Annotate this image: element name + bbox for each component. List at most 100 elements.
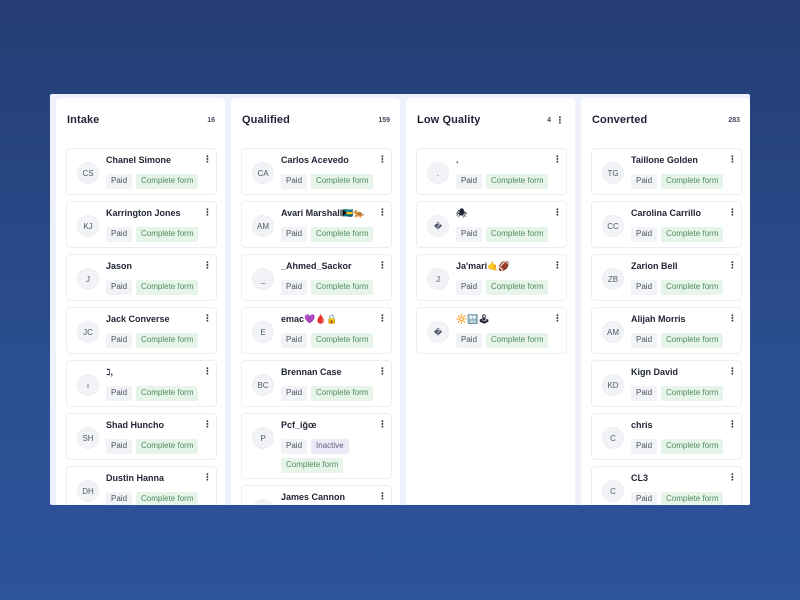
- vertical-ellipsis-icon[interactable]: ⋮: [203, 473, 212, 482]
- lead-card[interactable]: CA Carlos Acevedo Paid Complete form ⋮: [241, 148, 392, 195]
- lead-name: Dustin Hanna: [106, 473, 165, 483]
- tag-list: Paid Complete form: [456, 280, 558, 295]
- lead-card[interactable]: KJ Karrington Jones Paid Complete form ⋮: [66, 201, 217, 248]
- lead-name: Carlos Acevedo: [281, 155, 349, 165]
- status-tag: Paid: [281, 386, 308, 401]
- status-tag: Complete form: [661, 280, 724, 295]
- status-tag: Paid: [106, 492, 133, 505]
- avatar: JC: [252, 499, 274, 505]
- tag-list: Paid Complete form: [106, 492, 208, 505]
- lead-card[interactable]: Eemac💜🩸🔒 Paid Complete form ⋮: [241, 307, 392, 354]
- vertical-ellipsis-icon[interactable]: ⋮: [553, 261, 562, 270]
- lead-card[interactable]: AM Alijah Morris Paid Complete form ⋮: [591, 307, 742, 354]
- vertical-ellipsis-icon[interactable]: ⋮: [728, 208, 737, 217]
- vertical-ellipsis-icon[interactable]: ⋮: [378, 155, 387, 164]
- lead-card[interactable]: P Pcf_iğœ Paid Inactive Complete form ⋮: [241, 413, 392, 479]
- vertical-ellipsis-icon[interactable]: ⋮: [378, 314, 387, 323]
- lead-card[interactable]: CS Chanel Simone Paid Complete form ⋮: [66, 148, 217, 195]
- status-tag: Paid: [631, 333, 658, 348]
- vertical-ellipsis-icon[interactable]: ⋮: [728, 314, 737, 323]
- lead-card[interactable]: SH Shad Huncho Paid Complete form ⋮: [66, 413, 217, 460]
- card-body: emac💜🩸🔒 Paid Complete form: [281, 314, 383, 348]
- card-body: Avari Marshall🇧🇸🐅 Paid Complete form: [281, 208, 383, 242]
- lead-name: Kign David: [631, 367, 679, 377]
- tag-list: Paid Inactive Complete form: [281, 439, 383, 473]
- vertical-ellipsis-icon[interactable]: ⋮: [378, 420, 387, 429]
- avatar: CA: [252, 162, 274, 184]
- vertical-ellipsis-icon[interactable]: ⋮: [203, 314, 212, 323]
- vertical-ellipsis-icon[interactable]: ⋮: [728, 155, 737, 164]
- tag-list: Paid Complete form: [106, 174, 208, 189]
- lead-name: 🔆🔛🕹: [456, 314, 490, 324]
- vertical-ellipsis-icon[interactable]: ⋮: [203, 155, 212, 164]
- lead-card[interactable]: CC Carolina Carrillo Paid Complete form ⋮: [591, 201, 742, 248]
- lead-card[interactable]: TG Taillone Golden Paid Complete form ⋮: [591, 148, 742, 195]
- status-tag: Complete form: [486, 174, 549, 189]
- tag-list: Paid Complete form: [281, 280, 383, 295]
- vertical-ellipsis-icon[interactable]: ⋮: [378, 261, 387, 270]
- card-body: Pcf_iğœ Paid Inactive Complete form: [281, 420, 383, 473]
- vertical-ellipsis-icon[interactable]: ⋮: [728, 473, 737, 482]
- avatar: C: [602, 480, 624, 502]
- lead-card[interactable]: DH Dustin Hanna Paid Complete form ⋮: [66, 466, 217, 505]
- card-body: Taillone Golden Paid Complete form: [631, 155, 733, 189]
- status-tag: Paid: [281, 439, 308, 454]
- vertical-ellipsis-icon[interactable]: ⋮: [203, 420, 212, 429]
- lead-name: Pcf_iğœ: [281, 420, 317, 430]
- tag-list: Paid Complete form: [281, 333, 383, 348]
- lead-card[interactable]: ZB Zarion Bell Paid Complete form ⋮: [591, 254, 742, 301]
- vertical-ellipsis-icon[interactable]: ⋮: [203, 261, 212, 270]
- lead-card[interactable]: ı ℷ, Paid Complete form ⋮: [66, 360, 217, 407]
- card-body: Karrington Jones Paid Complete form: [106, 208, 208, 242]
- avatar: SH: [77, 427, 99, 449]
- vertical-ellipsis-icon[interactable]: ⋮: [728, 261, 737, 270]
- lead-card[interactable]: AM Avari Marshall🇧🇸🐅 Paid Complete form ⋮: [241, 201, 392, 248]
- lead-name: Carolina Carrillo: [631, 208, 702, 218]
- avatar: CC: [602, 215, 624, 237]
- vertical-ellipsis-icon[interactable]: ⋮: [553, 155, 562, 164]
- lead-card[interactable]: Cchris Paid Complete form ⋮: [591, 413, 742, 460]
- status-tag: Complete form: [486, 280, 549, 295]
- status-tag: Complete form: [661, 492, 724, 505]
- status-tag: Paid: [631, 174, 658, 189]
- lead-card[interactable]: C CL3 Paid Complete form ⋮: [591, 466, 742, 505]
- lead-card[interactable]: J Ja'mari🤙🏈 Paid Complete form ⋮: [416, 254, 567, 301]
- vertical-ellipsis-icon[interactable]: ⋮: [378, 492, 387, 501]
- lead-card[interactable]: JC Jack Converse Paid Complete form ⋮: [66, 307, 217, 354]
- status-tag: Complete form: [311, 280, 374, 295]
- vertical-ellipsis-icon[interactable]: ⋮: [728, 367, 737, 376]
- lead-card[interactable]: J Jason Paid Complete form ⋮: [66, 254, 217, 301]
- lead-card[interactable]: .. Paid Complete form ⋮: [416, 148, 567, 195]
- status-tag: Complete form: [136, 492, 199, 505]
- card-body: _Ahmed_Sackor Paid Complete form: [281, 261, 383, 295]
- lead-card[interactable]: JC James Cannon ⋮: [241, 485, 392, 505]
- status-tag: Paid: [106, 280, 133, 295]
- column-intake: Intake 16 CS Chanel Simone Paid Complete form…: [56, 98, 225, 505]
- vertical-ellipsis-icon[interactable]: ⋮: [728, 420, 737, 429]
- vertical-ellipsis-icon[interactable]: ⋮: [555, 115, 565, 125]
- lead-card[interactable]: KD Kign David Paid Complete form ⋮: [591, 360, 742, 407]
- vertical-ellipsis-icon[interactable]: ⋮: [378, 208, 387, 217]
- lead-name: Taillone Golden: [631, 155, 698, 165]
- vertical-ellipsis-icon[interactable]: ⋮: [203, 367, 212, 376]
- tag-list: Paid Complete form: [281, 227, 383, 242]
- card-list: .. Paid Complete form ⋮ � 🕷 Paid Complete form ⋮…: [406, 142, 575, 354]
- lead-card[interactable]: _ _Ahmed_Sackor Paid Complete form ⋮: [241, 254, 392, 301]
- avatar: AM: [602, 321, 624, 343]
- lead-card[interactable]: � 🕷 Paid Complete form ⋮: [416, 201, 567, 248]
- lead-card[interactable]: BC Brennan Case Paid Complete form ⋮: [241, 360, 392, 407]
- vertical-ellipsis-icon[interactable]: ⋮: [553, 314, 562, 323]
- vertical-ellipsis-icon[interactable]: ⋮: [378, 367, 387, 376]
- status-tag: Paid: [456, 227, 483, 242]
- column-title: Intake: [67, 114, 100, 126]
- vertical-ellipsis-icon[interactable]: ⋮: [553, 208, 562, 217]
- status-tag: Paid: [456, 174, 483, 189]
- tag-list: Paid Complete form: [631, 227, 733, 242]
- tag-list: Paid Complete form: [106, 386, 208, 401]
- lead-name: Ja'mari🤙🏈: [456, 261, 510, 271]
- status-tag: Paid: [281, 333, 308, 348]
- avatar: .: [427, 162, 449, 184]
- lead-name: Chanel Simone: [106, 155, 172, 165]
- lead-card[interactable]: � 🔆🔛🕹 Paid Complete form ⋮: [416, 307, 567, 354]
- vertical-ellipsis-icon[interactable]: ⋮: [203, 208, 212, 217]
